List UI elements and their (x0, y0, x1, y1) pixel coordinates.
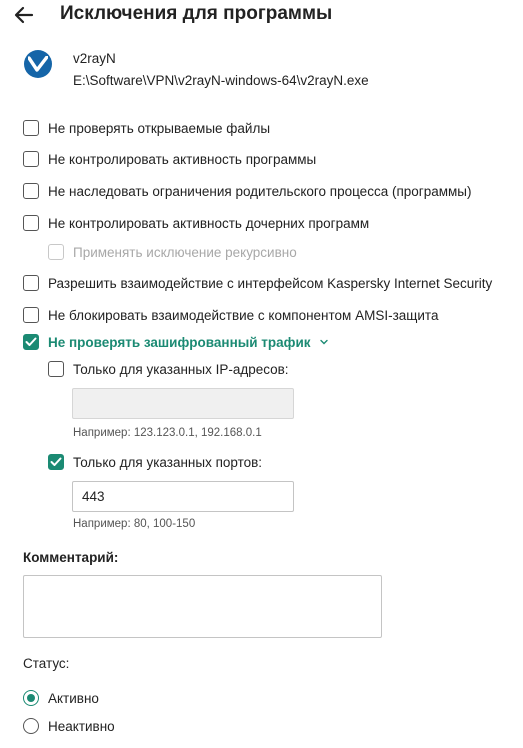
option-label: Не блокировать взаимодействие с компонен… (48, 307, 439, 323)
page-header: Исключения для программы (0, 0, 523, 32)
option-no-control-activity[interactable]: Не контролировать активность программы (23, 149, 316, 169)
checkbox[interactable] (23, 275, 39, 291)
comment-textarea[interactable] (23, 575, 382, 638)
comment-label: Комментарий: (23, 550, 119, 565)
ip-addresses-input[interactable] (72, 388, 294, 419)
ports-hint: Например: 80, 100-150 (73, 518, 196, 530)
checkbox[interactable] (48, 454, 64, 470)
checkbox (48, 244, 64, 260)
option-no-scan-open-files[interactable]: Не проверять открываемые файлы (23, 118, 270, 138)
option-label: Не проверять открываемые файлы (48, 120, 271, 136)
option-no-control-child-programs[interactable]: Не контролировать активность дочерних пр… (23, 213, 369, 233)
option-no-scan-encrypted-traffic[interactable]: Не проверять зашифрованный трафик (23, 332, 329, 352)
checkbox[interactable] (48, 361, 64, 377)
page-title: Исключения для программы (60, 3, 333, 24)
back-button[interactable] (12, 4, 36, 26)
checkmark-icon (50, 457, 62, 466)
radio-button[interactable] (23, 718, 39, 734)
status-label: Статус: (23, 656, 70, 671)
checkbox[interactable] (23, 151, 39, 167)
checkbox[interactable] (23, 215, 39, 231)
option-label: Только для указанных IP-адресов: (73, 361, 289, 377)
radio-label: Активно (48, 690, 99, 706)
checkbox[interactable] (23, 120, 39, 136)
radio-label: Неактивно (48, 718, 115, 734)
app-name: v2rayN (73, 51, 116, 66)
option-label: Разрешить взаимодействие с интерфейсом K… (48, 275, 493, 291)
chevron-down-icon[interactable] (319, 338, 329, 346)
option-label: Только для указанных портов: (73, 454, 263, 470)
app-path: E:\Software\VPN\v2rayN-windows-64\v2rayN… (73, 73, 369, 88)
status-active-radio[interactable]: Активно (23, 688, 99, 708)
option-apply-recursively: Применять исключение рекурсивно (48, 242, 297, 262)
radio-button[interactable] (23, 690, 39, 706)
option-no-inherit-parent-restrictions[interactable]: Не наследовать ограничения родительского… (23, 181, 471, 201)
checkbox[interactable] (23, 183, 39, 199)
checkbox[interactable] (23, 307, 39, 323)
option-label: Не наследовать ограничения родительского… (48, 183, 472, 199)
v2rayn-logo-icon (24, 50, 52, 78)
option-label: Применять исключение рекурсивно (73, 244, 297, 260)
status-inactive-radio[interactable]: Неактивно (23, 716, 115, 736)
option-allow-kis-interface[interactable]: Разрешить взаимодействие с интерфейсом K… (23, 273, 492, 293)
option-label: Не проверять зашифрованный трафик (48, 334, 311, 350)
checkbox[interactable] (23, 334, 39, 350)
ip-addresses-hint: Например: 123.123.0.1, 192.168.0.1 (73, 427, 262, 439)
option-label: Не контролировать активность дочерних пр… (48, 215, 370, 231)
ports-input[interactable]: 443 (72, 481, 294, 512)
option-ports-only[interactable]: Только для указанных портов: (48, 452, 262, 472)
option-no-block-amsi[interactable]: Не блокировать взаимодействие с компонен… (23, 305, 438, 325)
checkmark-icon (25, 337, 37, 346)
arrow-left-icon (14, 6, 34, 24)
option-ip-only[interactable]: Только для указанных IP-адресов: (48, 359, 289, 379)
option-label: Не контролировать активность программы (48, 151, 317, 167)
